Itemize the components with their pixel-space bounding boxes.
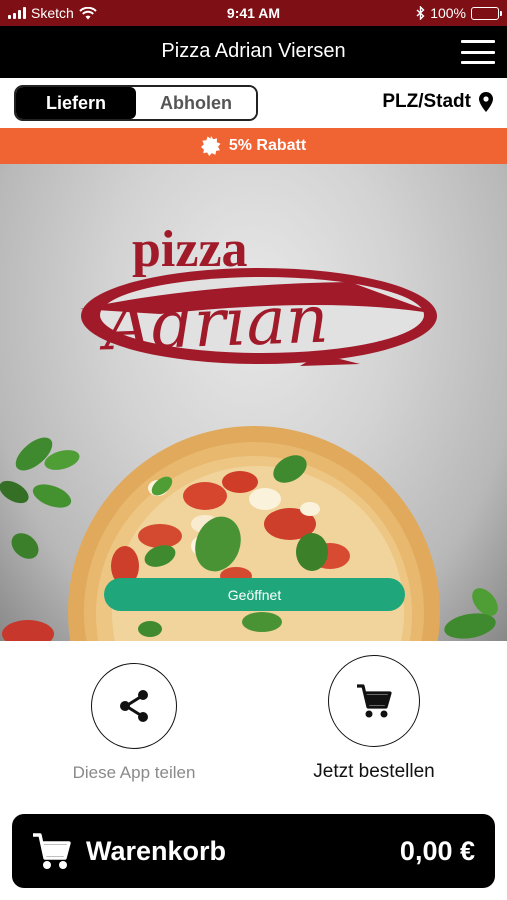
status-right: 100%	[416, 5, 502, 21]
app-header: Pizza Adrian Viersen	[0, 26, 507, 78]
share-button[interactable]	[91, 663, 177, 749]
order-label: Jetzt bestellen	[313, 761, 435, 782]
hamburger-menu-icon[interactable]	[461, 40, 495, 64]
battery-percent: 100%	[430, 5, 466, 21]
restaurant-logo: pizza Adrian	[80, 221, 437, 366]
badge-icon	[200, 136, 221, 156]
logo-adrian-text: Adrian	[97, 281, 330, 366]
cart-total: 0,00 €	[399, 836, 475, 866]
order-mode-toggle: Liefern Abholen	[14, 85, 258, 121]
cart-bar[interactable]: Warenkorb 0,00 €	[12, 814, 495, 888]
share-app-action[interactable]: Diese App teilen	[59, 663, 209, 783]
cart-icon	[357, 684, 392, 718]
location-selector[interactable]: PLZ/Stadt	[382, 91, 493, 113]
restaurant-hero: pizza Adrian Geöffnet	[0, 164, 507, 641]
location-label: PLZ/Stadt	[382, 91, 471, 112]
discount-banner[interactable]: 5% Rabatt	[0, 128, 507, 164]
share-icon	[120, 690, 148, 722]
battery-icon	[471, 6, 502, 20]
discount-text: 5% Rabatt	[228, 137, 307, 154]
shopping-cart-icon	[33, 833, 71, 869]
page-title: Pizza Adrian Viersen	[161, 40, 346, 62]
tab-liefern[interactable]: Liefern	[16, 87, 136, 119]
bluetooth-icon	[416, 6, 425, 20]
cart-label: Warenkorb	[86, 836, 227, 866]
order-now-action[interactable]: Jetzt bestellen	[299, 655, 449, 783]
status-bar: Sketch 9:41 AM 100%	[0, 0, 507, 26]
logo-pizza-text: pizza	[132, 221, 248, 278]
share-label: Diese App teilen	[72, 763, 196, 782]
order-button[interactable]	[328, 655, 420, 747]
tab-abholen[interactable]: Abholen	[136, 87, 256, 119]
hero-illustration: pizza Adrian	[0, 221, 498, 641]
map-pin-icon	[479, 92, 493, 112]
order-mode-row: Liefern Abholen PLZ/Stadt	[0, 78, 507, 128]
basil-leaves-right	[444, 588, 498, 639]
open-status-badge: Geöffnet	[104, 578, 405, 611]
